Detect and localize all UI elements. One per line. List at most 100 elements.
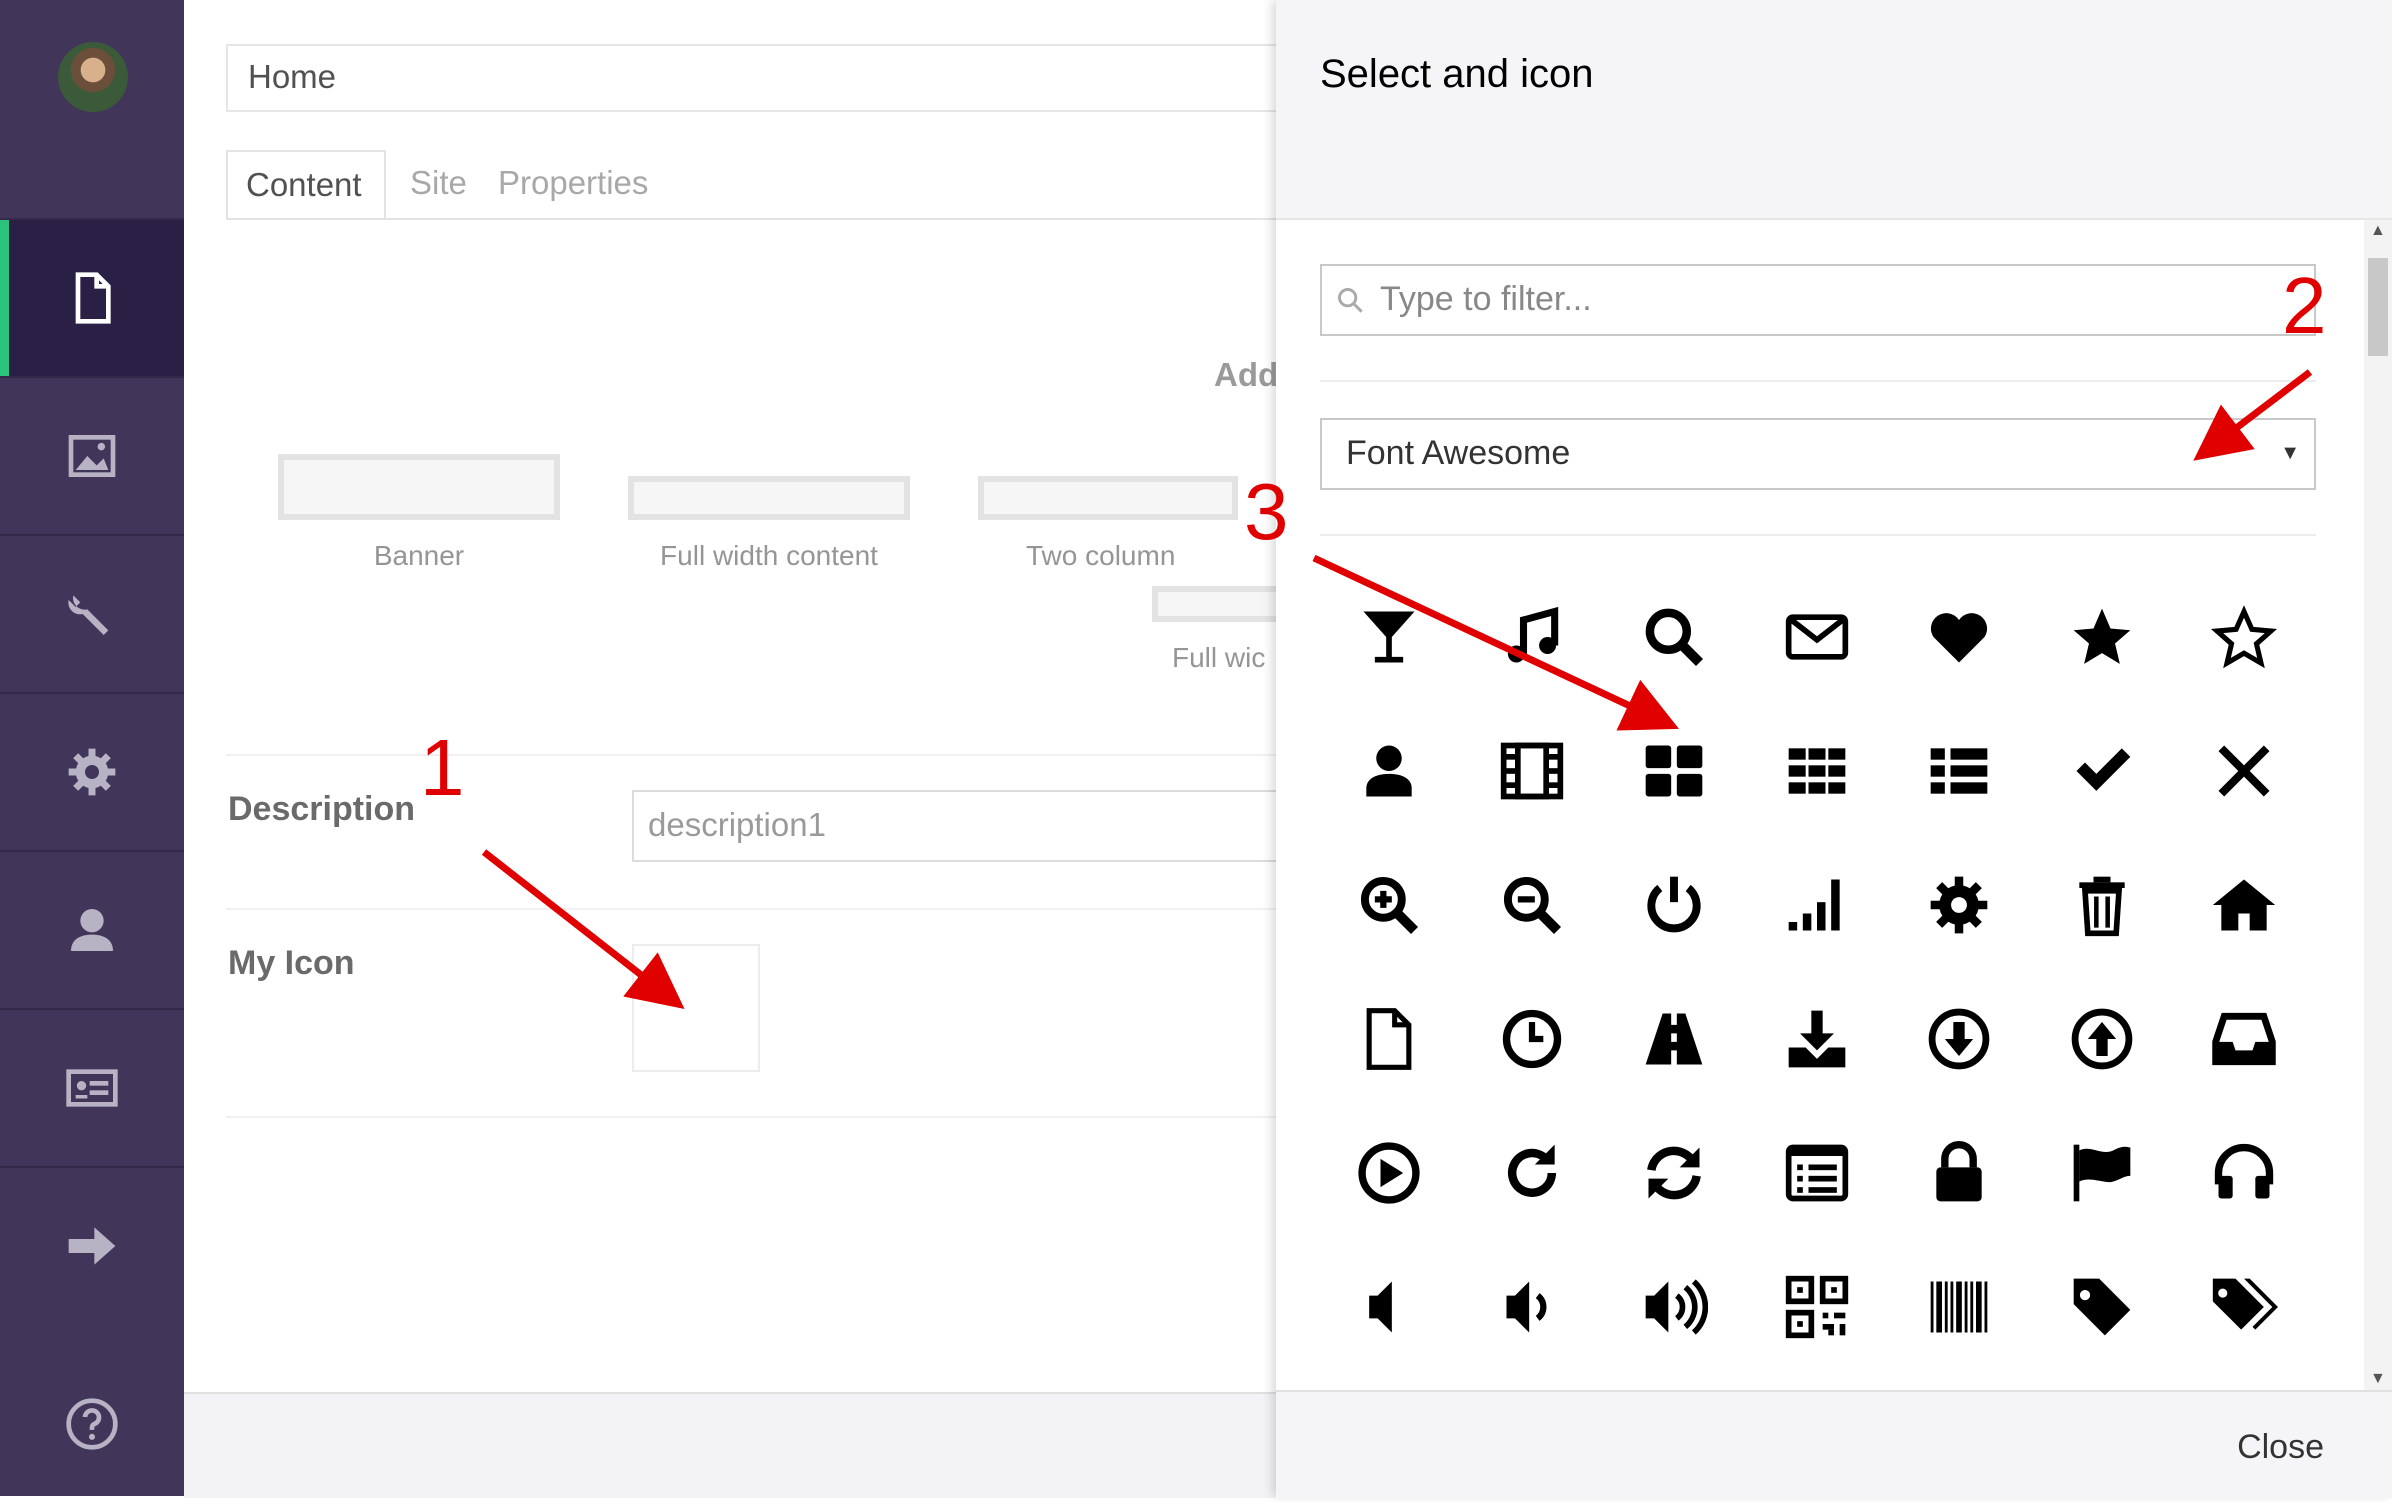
icon-option[interactable]: [1461, 704, 1603, 838]
icon-option[interactable]: [1746, 838, 1888, 972]
sidebar-item-members[interactable]: [0, 1008, 184, 1166]
icon-option[interactable]: [2173, 838, 2315, 972]
sidebar-item-help[interactable]: [0, 1346, 184, 1502]
icon-option[interactable]: [1318, 570, 1460, 704]
icon-option[interactable]: [1461, 838, 1603, 972]
divider: [226, 1116, 1276, 1118]
icon-option[interactable]: [1461, 1106, 1603, 1240]
icon-option[interactable]: [1746, 704, 1888, 838]
icon-filter-input[interactable]: Type to filter...: [1320, 264, 2316, 336]
icon-option[interactable]: [1318, 1106, 1460, 1240]
scroll-up-icon[interactable]: ▲: [2370, 222, 2386, 240]
divider: [1320, 380, 2316, 382]
icon-option[interactable]: [1888, 1240, 2030, 1374]
icon-option[interactable]: [1746, 972, 1888, 1106]
icon-option[interactable]: [1888, 838, 2030, 972]
icon-option[interactable]: [2031, 570, 2173, 704]
icon-option[interactable]: [1603, 1240, 1745, 1374]
layout-two-column[interactable]: Two column: [976, 476, 1238, 572]
scrollbar-thumb[interactable]: [2368, 258, 2388, 356]
icon-option[interactable]: [2173, 972, 2315, 1106]
icon-option[interactable]: [1461, 1240, 1603, 1374]
icon-option[interactable]: [1318, 972, 1460, 1106]
heart-icon: [1930, 613, 1988, 663]
sidebar-item-content[interactable]: [0, 218, 184, 376]
icon-option[interactable]: [1888, 570, 2030, 704]
dialog-footer: Close: [1276, 1390, 2392, 1498]
envelope-icon: [1785, 614, 1848, 660]
lock-icon: [1936, 1141, 1982, 1202]
volume-down-icon: [1506, 1281, 1546, 1333]
sidebar-item-forms[interactable]: [0, 1166, 184, 1324]
sidebar-item-developer[interactable]: [0, 692, 184, 850]
node-name-input[interactable]: Home: [226, 44, 1326, 112]
icon-option[interactable]: [1461, 570, 1603, 704]
image-icon: [68, 435, 116, 477]
dialog-scrollbar[interactable]: ▲ ▼: [2364, 220, 2392, 1390]
icon-option[interactable]: [2173, 1240, 2315, 1374]
arrow-circle-down-icon: [1928, 1008, 1990, 1070]
icon-set-select[interactable]: Font Awesome ▼: [1320, 418, 2316, 490]
icon-option[interactable]: [1746, 1240, 1888, 1374]
signal-icon: [1788, 879, 1840, 931]
volume-off-icon: [1369, 1281, 1392, 1333]
icon-option[interactable]: [1746, 570, 1888, 704]
icon-option[interactable]: [2031, 1240, 2173, 1374]
tab-content[interactable]: Content: [226, 150, 386, 220]
icon-option[interactable]: [1888, 972, 2030, 1106]
icon-option[interactable]: [2031, 1106, 2173, 1240]
layout-full-width[interactable]: Full width content: [628, 476, 910, 572]
divider: [226, 908, 1276, 910]
volume-up-icon: [1645, 1279, 1708, 1335]
times-icon: [2218, 745, 2270, 797]
annotation-number-2: 2: [2282, 261, 2327, 350]
glass-icon: [1363, 611, 1415, 663]
tab-properties[interactable]: Properties: [498, 150, 648, 220]
list-alt-icon: [1785, 1144, 1848, 1202]
th-list-icon: [1930, 748, 1988, 794]
scroll-down-icon[interactable]: ▼: [2370, 1370, 2386, 1388]
my-icon-label: My Icon: [228, 944, 355, 982]
icon-option[interactable]: [2031, 704, 2173, 838]
sidebar-item-settings[interactable]: [0, 534, 184, 692]
content-editor: Home Content Site Properties Add Banner …: [184, 0, 1326, 1392]
icon-option[interactable]: [1318, 704, 1460, 838]
icon-option[interactable]: [1603, 838, 1745, 972]
icon-option[interactable]: [1318, 1240, 1460, 1374]
tab-site[interactable]: Site: [410, 150, 467, 220]
id-card-icon: [66, 1069, 118, 1107]
arrow-right-icon: [68, 1227, 116, 1265]
music-icon: [1507, 606, 1558, 663]
layout-full-width-2[interactable]: Full wic: [1152, 586, 1292, 674]
icon-option[interactable]: [1603, 570, 1745, 704]
layout-banner[interactable]: Banner: [278, 454, 560, 572]
icon-option[interactable]: [1603, 1106, 1745, 1240]
icon-option[interactable]: [2173, 570, 2315, 704]
inbox-icon: [2212, 1012, 2276, 1066]
th-icon: [1788, 748, 1845, 794]
icon-option[interactable]: [1318, 838, 1460, 972]
icon-option[interactable]: [2173, 704, 2315, 838]
user-avatar[interactable]: [58, 42, 128, 112]
icon-option[interactable]: [1461, 972, 1603, 1106]
play-circle-icon: [1358, 1142, 1420, 1204]
close-button[interactable]: Close: [2237, 1428, 2324, 1467]
headphones-icon: [2214, 1143, 2274, 1199]
zoom-in-icon: [1360, 876, 1419, 935]
icon-option[interactable]: [1746, 1106, 1888, 1240]
icon-option[interactable]: [1603, 704, 1745, 838]
icon-option[interactable]: [2031, 838, 2173, 972]
clock-icon: [1502, 1009, 1561, 1069]
barcode-icon: [1930, 1281, 1988, 1333]
filter-placeholder: Type to filter...: [1380, 280, 1592, 318]
icon-option[interactable]: [2031, 972, 2173, 1106]
icon-option[interactable]: [1888, 704, 2030, 838]
icon-option[interactable]: [2173, 1106, 2315, 1240]
sidebar-item-users[interactable]: [0, 850, 184, 1008]
description-input[interactable]: description1: [632, 790, 1292, 862]
wrench-icon: [68, 595, 109, 635]
icon-option[interactable]: [1888, 1106, 2030, 1240]
icon-option[interactable]: [1603, 972, 1745, 1106]
sidebar-item-media[interactable]: [0, 376, 184, 534]
icon-picker-box[interactable]: [632, 944, 760, 1072]
